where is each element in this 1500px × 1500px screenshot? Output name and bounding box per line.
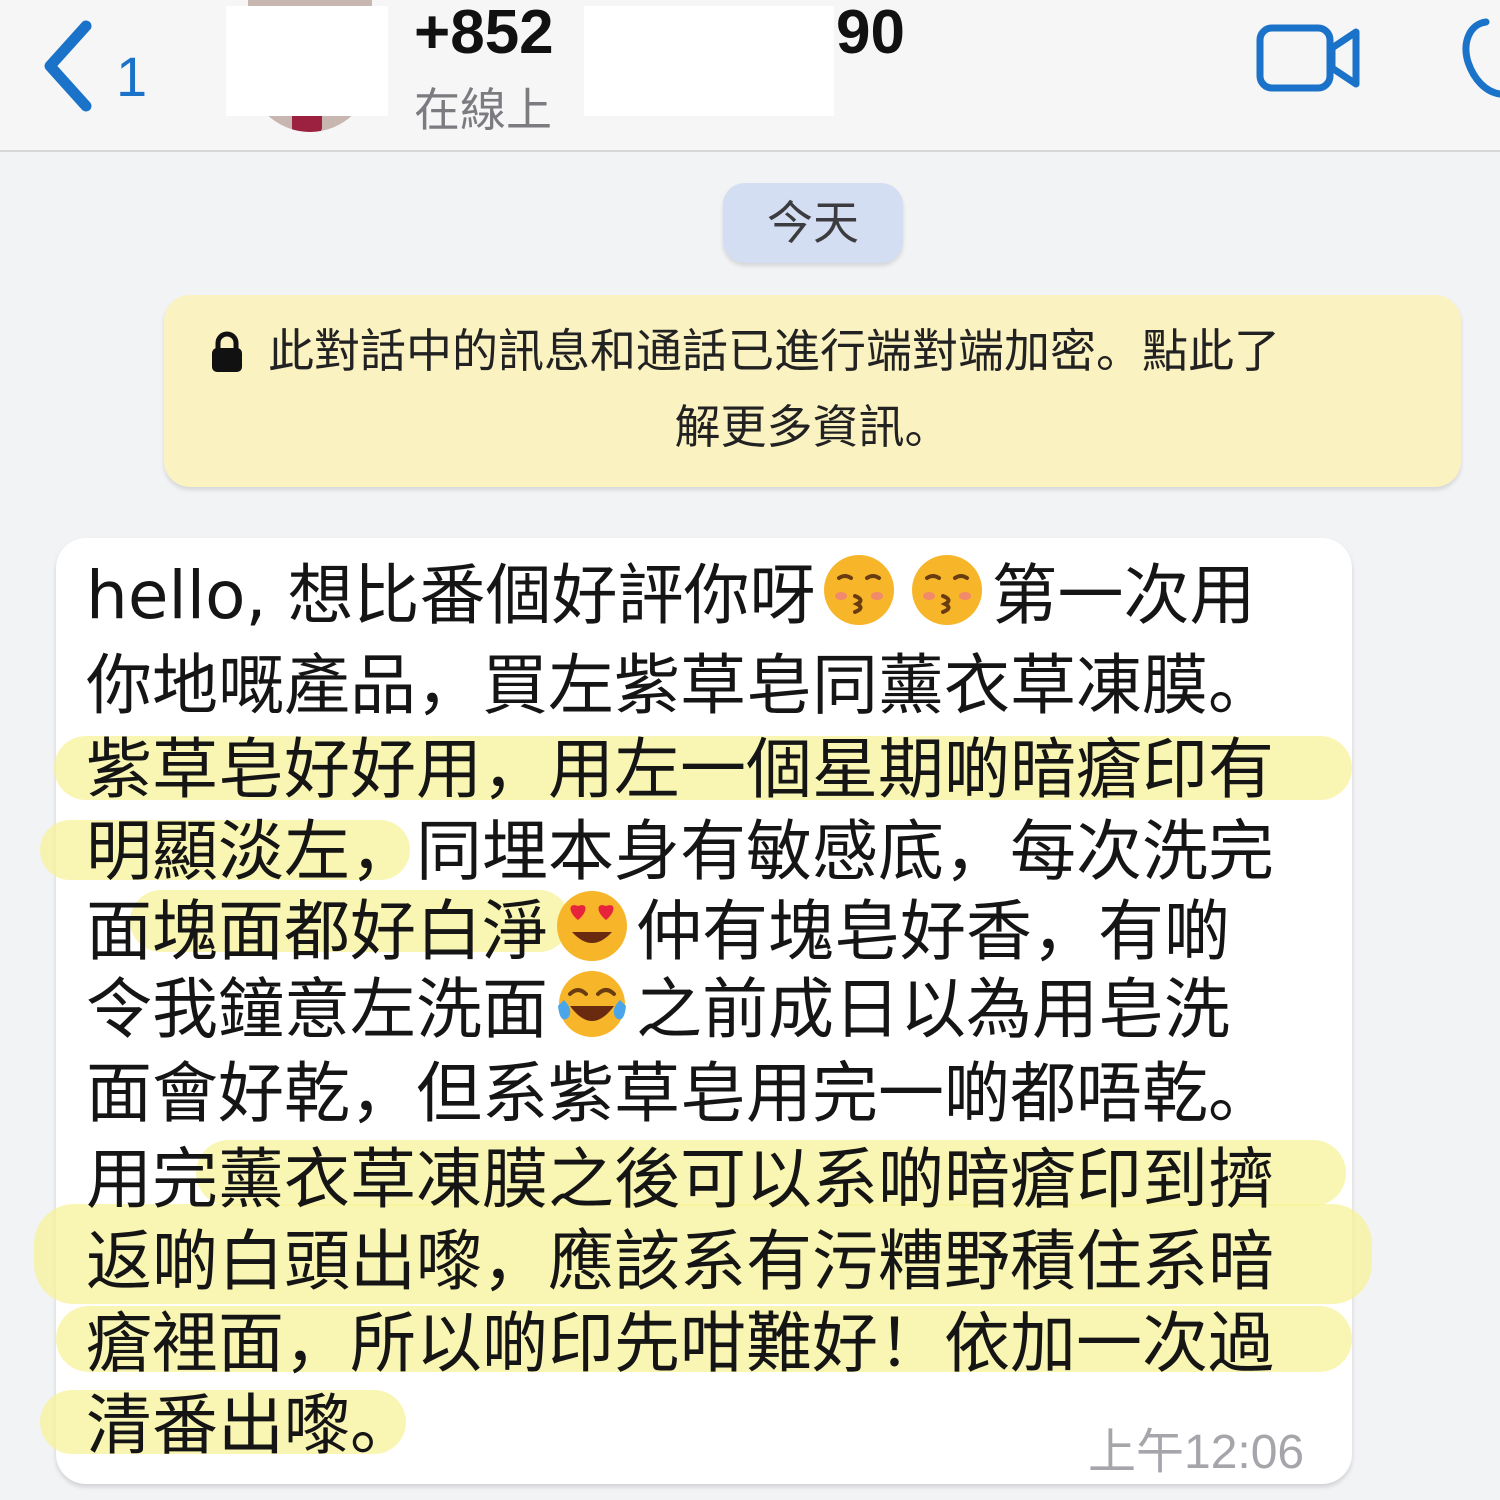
message-line: 紫草皂好好用，用左一個星期啲暗瘡印有 — [86, 731, 1274, 808]
chat-header: 1 +852 90 在線上 — [0, 0, 1500, 152]
message-line: 面會好乾，但系紫草皂用完一啲都唔乾。 — [86, 1055, 1274, 1132]
redaction-box — [584, 6, 834, 116]
message-line: 面塊面都好白淨 仲有塊皂好香，有啲 — [86, 888, 1230, 972]
kissing-face-emoji — [824, 555, 895, 625]
video-call-button[interactable] — [1256, 22, 1362, 98]
message-line: 瘡裡面，所以啲印先咁難好！依加一次過 — [86, 1305, 1274, 1382]
video-camera-icon — [1256, 24, 1360, 92]
message-line: hello, 想比番個好評你呀 第一次用 — [86, 552, 1255, 636]
lock-icon — [212, 331, 242, 372]
contact-phone-suffix[interactable]: 90 — [836, 0, 905, 66]
encryption-notice-link[interactable]: 解更多資訊。 — [164, 395, 1461, 459]
message-line: 返啲白頭出嚟，應該系有污糟野積住系暗 — [86, 1223, 1274, 1300]
heart-eyes-emoji — [557, 891, 627, 961]
voice-call-button[interactable] — [1456, 18, 1500, 102]
date-divider: 今天 — [723, 183, 903, 263]
contact-status: 在線上 — [414, 83, 552, 137]
contact-phone-prefix[interactable]: +852 — [414, 0, 554, 66]
phone-icon — [1462, 18, 1500, 98]
message-line: 清番出嚟。 — [86, 1387, 416, 1464]
back-button[interactable]: 1 — [36, 18, 166, 114]
encryption-notice-text: 此對話中的訊息和通話已進行端對端加密。點此了 — [268, 324, 1280, 378]
message-line: 你地嘅產品，買左紫草皂同薰衣草凍膜。 — [86, 647, 1274, 724]
message-timestamp: 上午12:06 — [1088, 1426, 1305, 1479]
kissing-face-emoji — [912, 555, 983, 625]
message-line: 用完薰衣草凍膜之後可以系啲暗瘡印到擠 — [86, 1141, 1274, 1218]
chevron-left-icon — [44, 20, 92, 112]
redaction-box — [226, 6, 388, 116]
tears-of-joy-emoji — [558, 971, 626, 1037]
encryption-notice[interactable]: 此對話中的訊息和通話已進行端對端加密。點此了 解更多資訊。 — [164, 295, 1461, 487]
unread-count: 1 — [116, 45, 148, 108]
message-line: 令我鐘意左洗面 之前成日以為用皂洗 — [86, 966, 1230, 1050]
message-line: 明顯淡左，同埋本身有敏感底，每次洗完 — [86, 813, 1274, 890]
